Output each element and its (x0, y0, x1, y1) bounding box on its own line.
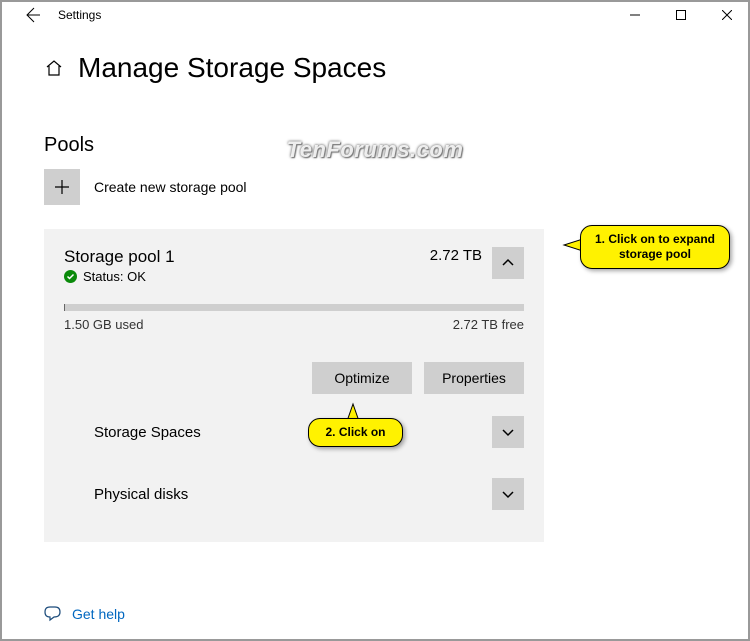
optimize-button[interactable]: Optimize (312, 362, 412, 394)
home-icon[interactable] (44, 58, 64, 78)
storage-spaces-label: Storage Spaces (94, 424, 201, 441)
annotation-2: 2. Click on (308, 418, 403, 447)
pools-heading: Pools (44, 134, 720, 157)
pool-size: 2.72 TB (430, 247, 482, 264)
pool-free: 2.72 TB free (453, 317, 524, 332)
pool-status: Status: OK (83, 269, 146, 284)
expand-physical-disks-button[interactable] (492, 478, 524, 510)
get-help-link[interactable]: Get help (72, 606, 125, 622)
expand-storage-spaces-button[interactable] (492, 416, 524, 448)
storage-pool-card: Storage pool 1 Status: OK 2.72 TB 1.50 G… (44, 229, 544, 542)
annotation-1: 1. Click on to expand storage pool (580, 225, 730, 269)
pool-name: Storage pool 1 (64, 247, 175, 267)
create-pool-button[interactable] (44, 169, 80, 205)
physical-disks-label: Physical disks (94, 486, 188, 503)
status-ok-icon (64, 270, 77, 283)
page-title: Manage Storage Spaces (78, 52, 386, 84)
collapse-pool-button[interactable] (492, 247, 524, 279)
pool-used: 1.50 GB used (64, 317, 144, 332)
properties-button[interactable]: Properties (424, 362, 524, 394)
help-icon (44, 605, 62, 623)
usage-bar (64, 304, 524, 311)
create-pool-label: Create new storage pool (94, 179, 247, 195)
